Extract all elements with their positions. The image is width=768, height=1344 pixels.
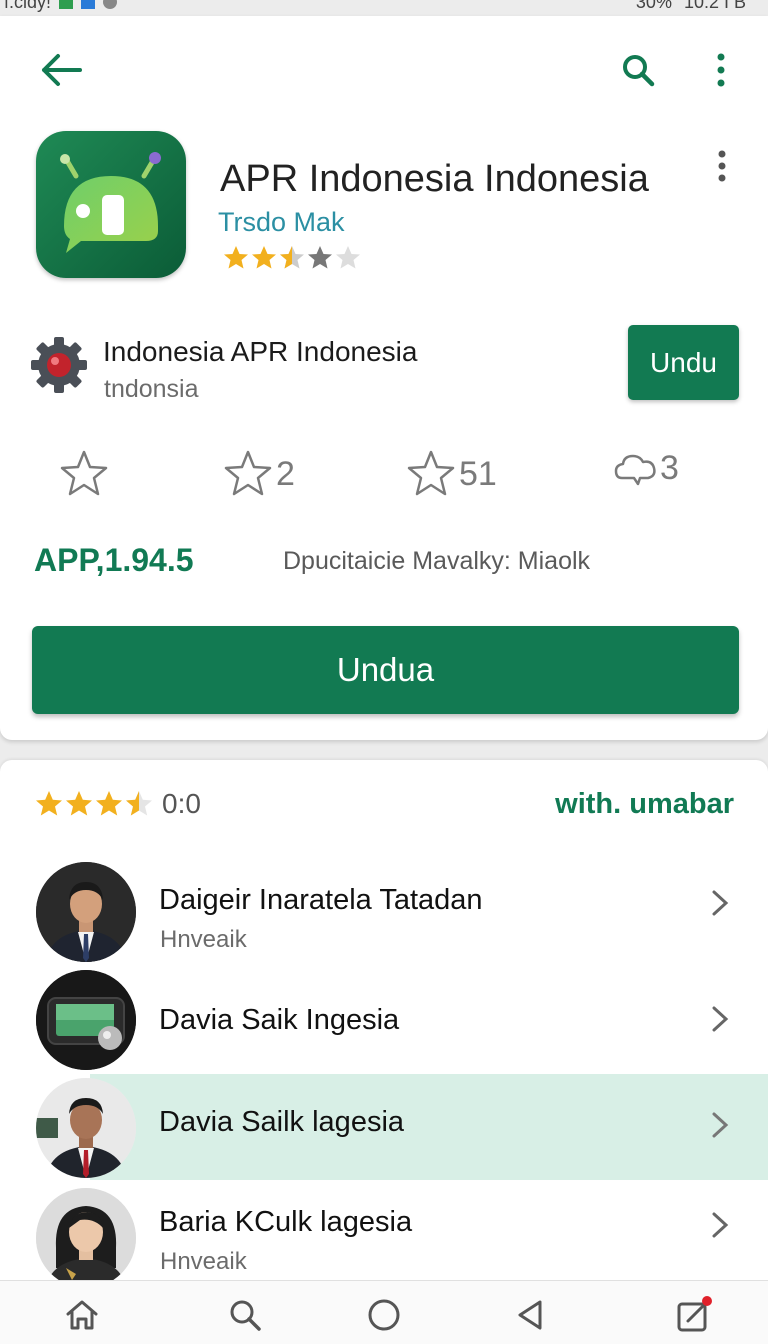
avatar [36,862,136,962]
avatar [36,1078,136,1178]
back-triangle-icon[interactable] [510,1295,550,1335]
status-left-text: f.cldy! [4,0,52,12]
star-icon [60,450,108,496]
gear-icon [30,336,88,394]
edit-icon[interactable] [674,1295,714,1335]
list-item[interactable]: Daigeir Inaratela Tatadan Hnveaik [0,860,768,964]
rating-stars [36,791,152,816]
chevron-right-icon [712,1006,729,1032]
version-label: APP,1.94.5 [34,542,194,578]
back-arrow-icon[interactable] [36,50,84,90]
battery-percent: 30% [635,0,672,12]
notification-icon [103,0,118,9]
app-overflow-icon[interactable] [710,148,734,184]
reviews-rating: 0:0 [34,788,201,820]
list-item[interactable]: Davia Saik Ingesia [0,968,768,1072]
list-item-subtitle: Hnveaik [160,1248,247,1275]
related-install-button[interactable]: Undu [628,325,739,400]
bottom-nav [0,1280,768,1344]
circle-icon[interactable] [364,1295,404,1335]
stat-item: 2 [222,448,295,500]
notification-icon [59,0,74,9]
chevron-right-icon [712,1212,729,1238]
stat-item [58,448,112,500]
developer-link[interactable]: Trsdo Mak [218,207,345,238]
star-icon [407,450,455,496]
chevron-right-icon [712,890,729,916]
app-title: APR Indonesia Indonesia [220,158,649,200]
chevron-right-icon [712,1112,729,1138]
stat-item: 51 [405,448,497,500]
install-button[interactable]: Undua [32,626,739,714]
notification-icon [81,0,96,9]
app-rating-stars [222,244,362,272]
list-item-title: Baria KCulk lagesia [159,1206,413,1238]
app-icon [36,131,186,278]
rating-value: 0:0 [162,788,201,819]
clock: 10:2 I B [683,0,746,12]
stat-value: 2 [276,454,295,493]
list-item-title: Davia Saik Ingesia [159,1004,400,1036]
search-icon[interactable] [225,1295,265,1335]
overflow-menu-icon[interactable] [706,50,736,90]
avatar [36,970,136,1070]
home-icon[interactable] [62,1295,102,1335]
app-detail-card: APR Indonesia Indonesia Trsdo Mak Indone… [0,16,768,740]
list-item-title: Daigeir Inaratela Tatadan [159,884,483,916]
list-item-subtitle: Hnveaik [160,926,247,953]
list-item-title: Davia Sailk lagesia [159,1106,405,1138]
status-bar: f.cldy! 30% 10:2 I B [0,0,768,16]
stat-value: 51 [459,454,497,493]
related-app-title[interactable]: Indonesia APR Indonesia [103,336,417,368]
duplicate-info: Dpucitaicie Mavalky: Miaolk [283,547,591,575]
stat-value: 3 [660,448,679,487]
related-app-subtitle: tndonsia [104,375,199,403]
stat-item: 3 [614,448,679,488]
avatar [36,1188,136,1280]
cloud-icon [614,454,656,486]
list-item[interactable]: Davia Sailk lagesia [0,1074,768,1180]
search-icon[interactable] [618,50,658,90]
see-all-link[interactable]: with. umabar [555,788,734,821]
reviews-card: 0:0 with. umabar Daigeir Inaratela Tatad… [0,760,768,1280]
list-item[interactable]: Baria KCulk lagesia Hnveaik [0,1184,768,1280]
star-icon [224,450,272,496]
